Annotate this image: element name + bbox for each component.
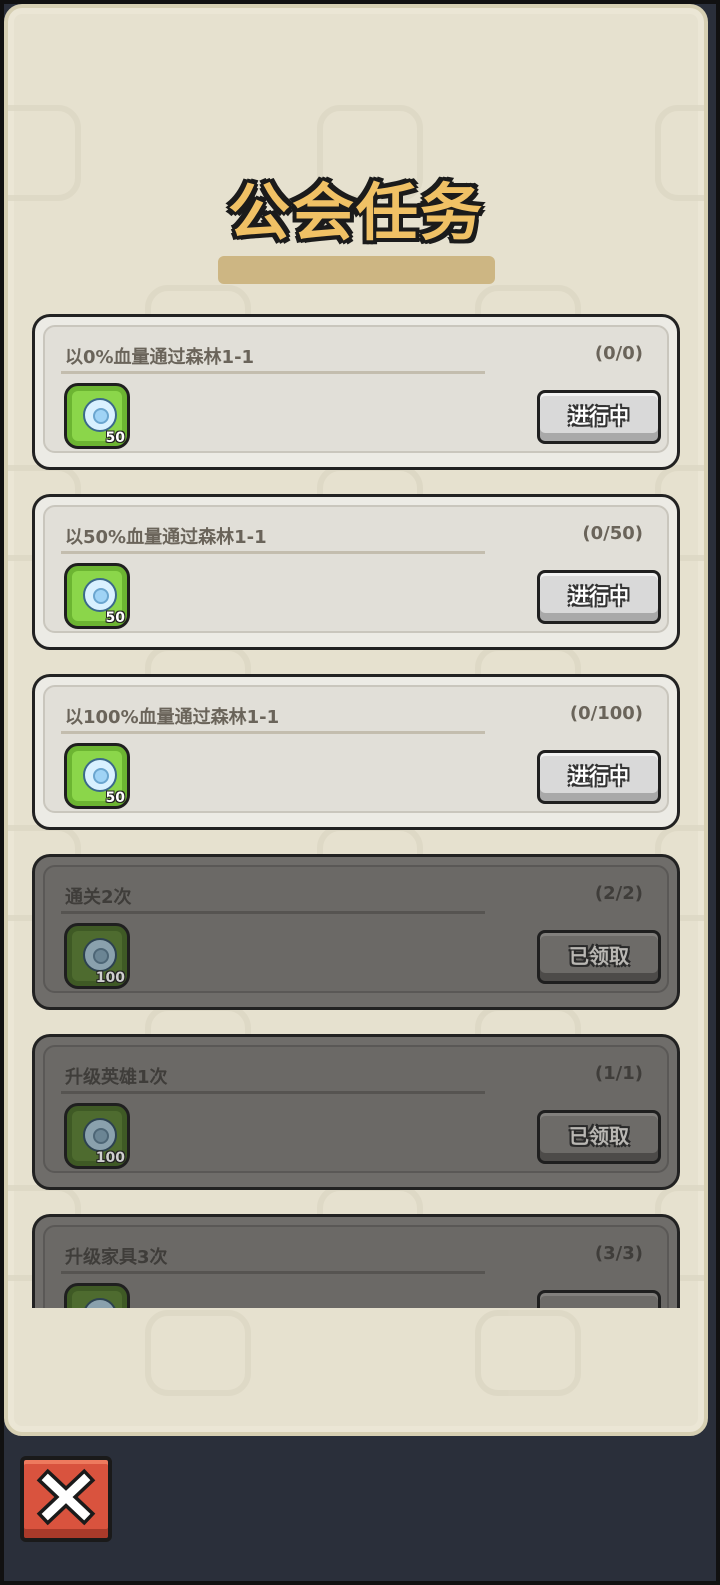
reward-tile: 100 bbox=[64, 923, 130, 989]
quest-divider bbox=[61, 1091, 485, 1094]
reward-tile[interactable]: 50 bbox=[64, 743, 130, 809]
close-icon bbox=[36, 1468, 96, 1526]
reward-quantity: 50 bbox=[105, 610, 125, 626]
quest-name: 以50%血量通过森林1-1 bbox=[65, 527, 267, 548]
in-progress-button[interactable]: 进行中 bbox=[537, 390, 661, 444]
close-button[interactable] bbox=[20, 1456, 112, 1542]
gem-icon bbox=[83, 1118, 117, 1152]
quest-name: 以100%血量通过森林1-1 bbox=[65, 707, 280, 728]
quest-name: 通关2次 bbox=[65, 887, 132, 908]
claimed-button[interactable] bbox=[537, 1290, 661, 1308]
quest-card: 以0%血量通过森林1-1 (0/0) 50 进行中 bbox=[32, 314, 680, 470]
gem-icon bbox=[83, 398, 117, 432]
gem-icon bbox=[83, 578, 117, 612]
gem-icon bbox=[83, 938, 117, 972]
quest-name: 以0%血量通过森林1-1 bbox=[65, 347, 255, 368]
gem-icon bbox=[83, 758, 117, 792]
quest-progress: (0/0) bbox=[594, 343, 643, 364]
reward-quantity: 100 bbox=[95, 1150, 125, 1166]
reward-tile bbox=[64, 1283, 130, 1308]
quest-divider bbox=[61, 731, 485, 734]
reward-quantity: 100 bbox=[95, 970, 125, 986]
quest-card: 以100%血量通过森林1-1 (0/100) 50 进行中 bbox=[32, 674, 680, 830]
quest-card-completed: 升级家具3次 (3/3) bbox=[32, 1214, 680, 1308]
reward-quantity: 50 bbox=[105, 790, 125, 806]
quest-divider bbox=[61, 1271, 485, 1274]
quest-card-completed: 通关2次 (2/2) 100 已领取 bbox=[32, 854, 680, 1010]
quest-divider bbox=[61, 911, 485, 914]
reward-tile[interactable]: 50 bbox=[64, 383, 130, 449]
reward-quantity: 50 bbox=[105, 430, 125, 446]
quest-progress: (0/50) bbox=[582, 523, 643, 544]
page-title: 公会任务 bbox=[227, 176, 484, 249]
quest-divider bbox=[61, 551, 485, 554]
quest-progress: (3/3) bbox=[594, 1243, 643, 1264]
quest-name: 升级英雄1次 bbox=[65, 1067, 168, 1088]
quest-list[interactable]: 以0%血量通过森林1-1 (0/0) 50 进行中 以50%血量通过森林1-1 … bbox=[0, 310, 720, 1308]
gem-icon bbox=[83, 1298, 117, 1308]
quest-divider bbox=[61, 371, 485, 374]
quest-name: 升级家具3次 bbox=[65, 1247, 168, 1268]
quest-progress: (2/2) bbox=[594, 883, 643, 904]
reward-tile: 100 bbox=[64, 1103, 130, 1169]
reward-tile[interactable]: 50 bbox=[64, 563, 130, 629]
quest-card-completed: 升级英雄1次 (1/1) 100 已领取 bbox=[32, 1034, 680, 1190]
title-underline bbox=[218, 256, 495, 284]
in-progress-button[interactable]: 进行中 bbox=[537, 570, 661, 624]
claimed-button[interactable]: 已领取 bbox=[537, 1110, 661, 1164]
quest-progress: (1/1) bbox=[594, 1063, 643, 1084]
quest-progress: (0/100) bbox=[569, 703, 643, 724]
in-progress-button[interactable]: 进行中 bbox=[537, 750, 661, 804]
quest-card: 以50%血量通过森林1-1 (0/50) 50 进行中 bbox=[32, 494, 680, 650]
claimed-button[interactable]: 已领取 bbox=[537, 930, 661, 984]
